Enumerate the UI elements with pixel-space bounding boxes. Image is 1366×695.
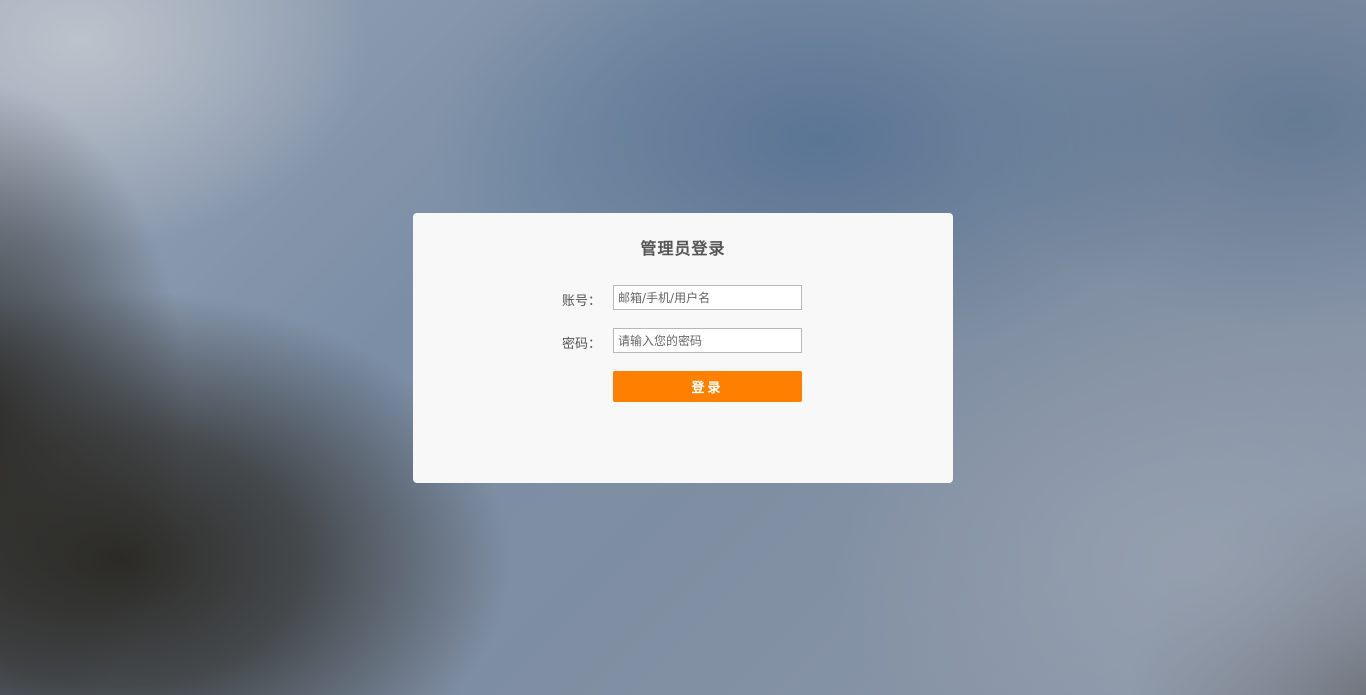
page-title: 管理员登录 (640, 239, 726, 258)
account-label: 账号： (561, 294, 601, 309)
page-background: 管理员登录 账号： 密码： 登录 (0, 0, 1366, 695)
password-input[interactable] (613, 328, 802, 353)
password-row: 密码： (413, 328, 953, 354)
account-input[interactable] (613, 285, 802, 310)
login-card: 管理员登录 账号： 密码： 登录 (413, 213, 953, 483)
password-label: 密码： (561, 337, 601, 352)
login-button[interactable]: 登录 (613, 371, 802, 402)
account-row: 账号： (413, 285, 953, 311)
